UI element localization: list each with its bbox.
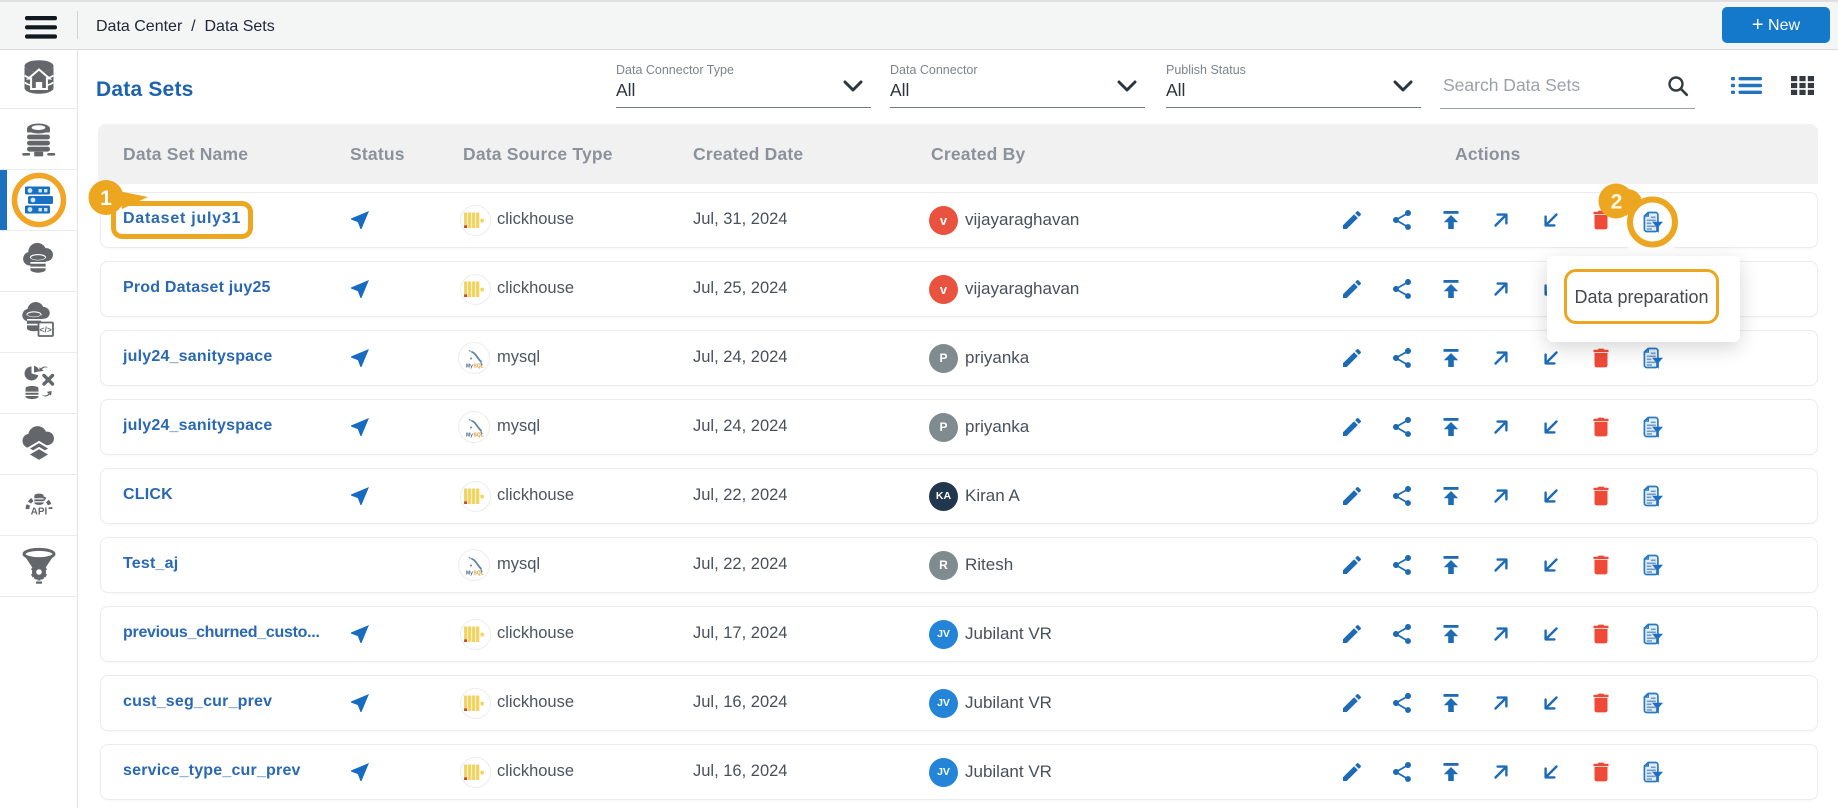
svg-text:2: 2 (1611, 191, 1623, 214)
svg-text:My: My (466, 571, 473, 577)
svg-text:My: My (466, 364, 473, 370)
svg-text:1: 1 (100, 187, 112, 210)
svg-text:My: My (466, 433, 473, 439)
svg-text:API: API (31, 507, 48, 518)
svg-text:</>: </> (40, 325, 52, 335)
